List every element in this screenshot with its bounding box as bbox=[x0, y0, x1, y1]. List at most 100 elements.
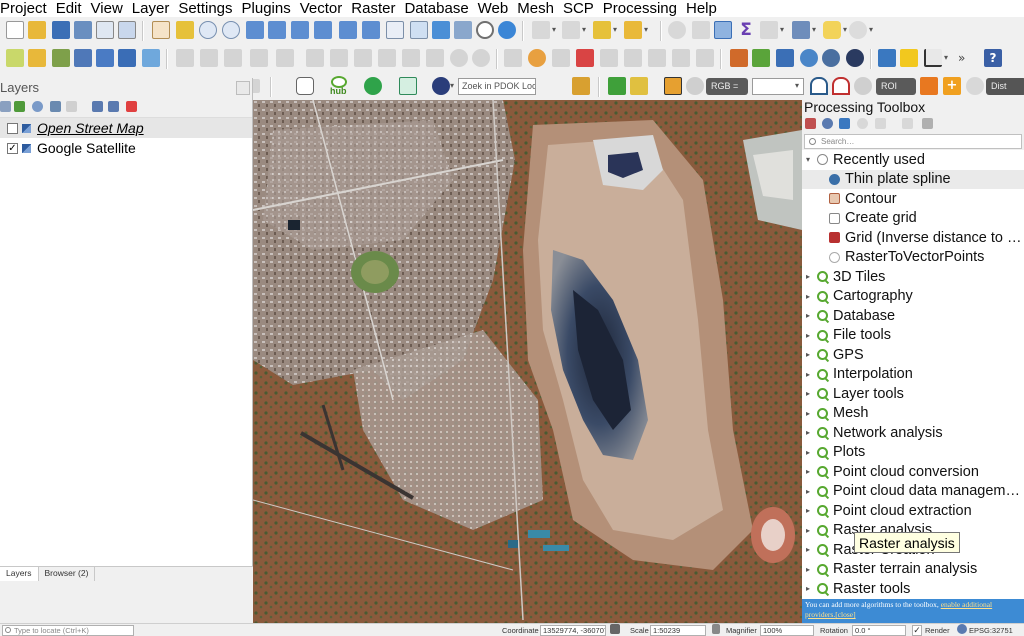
scp-zoom-icon[interactable] bbox=[686, 77, 704, 95]
zoom-next-icon[interactable] bbox=[362, 21, 380, 39]
cut-icon[interactable] bbox=[378, 49, 396, 67]
scp-curve-red-icon[interactable] bbox=[832, 77, 850, 95]
layer-row[interactable]: Open Street Map bbox=[0, 118, 252, 138]
algorithm-item[interactable]: Thin plate spline bbox=[802, 169, 1024, 189]
move-label-icon[interactable] bbox=[600, 49, 618, 67]
models-icon[interactable] bbox=[805, 118, 816, 129]
provider-group[interactable]: ▸ Interpolation bbox=[802, 365, 1024, 385]
zoom-to-layer-icon[interactable] bbox=[291, 21, 309, 39]
scp-edit-icon[interactable] bbox=[630, 77, 648, 95]
render-checkbox[interactable]: ✓ bbox=[912, 625, 922, 636]
scp-magnify-icon[interactable] bbox=[608, 77, 626, 95]
algorithm-item[interactable]: Contour bbox=[802, 189, 1024, 209]
remove-layer-icon[interactable] bbox=[126, 101, 137, 112]
style-manager-icon[interactable] bbox=[0, 101, 11, 112]
options-wrench-icon[interactable] bbox=[922, 118, 933, 129]
add-group-icon[interactable] bbox=[14, 101, 25, 112]
history-icon[interactable] bbox=[822, 118, 833, 129]
zoom-in-icon[interactable] bbox=[199, 21, 217, 39]
expanded-arrow-icon[interactable]: ▾ bbox=[806, 155, 814, 164]
collapsed-arrow-icon[interactable]: ▸ bbox=[806, 428, 814, 437]
select-features-icon[interactable] bbox=[562, 21, 580, 39]
results-viewer-icon[interactable] bbox=[857, 118, 868, 129]
coordinate-field[interactable]: 13529774, -3607074 bbox=[540, 625, 606, 636]
redo-icon[interactable] bbox=[472, 49, 490, 67]
add-plus-icon[interactable]: + bbox=[943, 77, 961, 95]
emoji-plugin-icon[interactable] bbox=[900, 49, 918, 67]
undo-icon[interactable] bbox=[450, 49, 468, 67]
trash-icon[interactable] bbox=[354, 49, 372, 67]
edit-features-icon[interactable] bbox=[875, 118, 886, 129]
scale-field[interactable]: 1:50239 bbox=[650, 625, 706, 636]
clock-icon[interactable] bbox=[476, 21, 494, 39]
tree-group-recently-used[interactable]: ▾ Recently used bbox=[802, 150, 1024, 170]
layout-manager-icon[interactable] bbox=[118, 21, 136, 39]
algorithm-item[interactable]: Create grid bbox=[802, 209, 1024, 229]
temporal-controller-icon[interactable] bbox=[432, 21, 450, 39]
collapsed-arrow-icon[interactable]: ▸ bbox=[806, 370, 814, 379]
menu-item[interactable]: Plugins bbox=[238, 1, 296, 16]
zoom-out-icon[interactable] bbox=[222, 21, 240, 39]
new-3d-view-icon[interactable] bbox=[410, 21, 428, 39]
diagram-icon[interactable] bbox=[672, 49, 690, 67]
toggle-extents-icon[interactable] bbox=[610, 624, 620, 634]
menu-item[interactable]: Edit bbox=[52, 1, 87, 16]
provider-group[interactable]: ▸ Point cloud data managem… bbox=[802, 482, 1024, 502]
georeferencer-icon[interactable] bbox=[730, 49, 748, 67]
provider-group[interactable]: ▸ Cartography bbox=[802, 287, 1024, 307]
overflow-chevron-icon[interactable]: » bbox=[958, 49, 976, 67]
warp-icon[interactable] bbox=[776, 49, 794, 67]
collapse-all-icon[interactable] bbox=[108, 101, 119, 112]
panel-tab[interactable]: Layers bbox=[0, 567, 39, 581]
in-place-icon[interactable] bbox=[902, 118, 913, 129]
menu-item[interactable]: Web bbox=[474, 1, 514, 16]
new-project-icon[interactable] bbox=[6, 21, 24, 39]
pin-labels-icon[interactable] bbox=[552, 49, 570, 67]
path-icon[interactable] bbox=[572, 77, 590, 95]
lock-scale-icon[interactable] bbox=[712, 624, 720, 634]
panel-float-icon[interactable] bbox=[236, 81, 250, 95]
menu-item[interactable]: Database bbox=[400, 1, 473, 16]
scp-reload-icon[interactable] bbox=[966, 77, 984, 95]
node-tool-icon[interactable] bbox=[276, 49, 294, 67]
network-icon[interactable] bbox=[822, 49, 840, 67]
sum-stats-icon[interactable] bbox=[692, 21, 710, 39]
save-project-icon[interactable] bbox=[52, 21, 70, 39]
provider-group[interactable]: ▸ GPS bbox=[802, 345, 1024, 365]
copy-icon[interactable] bbox=[402, 49, 420, 67]
pdok-search-input[interactable]: Zoek in PDOK Loc… bbox=[458, 78, 536, 95]
plugin-dark-icon[interactable] bbox=[846, 49, 864, 67]
scp-grid-icon[interactable] bbox=[664, 77, 682, 95]
rotation-field[interactable]: 0.0 ° bbox=[852, 625, 906, 636]
digitize-icon[interactable] bbox=[74, 49, 92, 67]
show-hide-labels-icon[interactable] bbox=[576, 49, 594, 67]
vertex-tool-icon[interactable] bbox=[142, 49, 160, 67]
share-icon[interactable] bbox=[364, 77, 382, 95]
add-raster-icon[interactable] bbox=[96, 49, 114, 67]
filter-expression-icon[interactable] bbox=[66, 101, 77, 112]
collapsed-arrow-icon[interactable]: ▸ bbox=[806, 467, 814, 476]
add-wms-icon[interactable] bbox=[118, 49, 136, 67]
label-props-icon[interactable] bbox=[696, 49, 714, 67]
layer-visibility-checkbox[interactable]: ✓ bbox=[7, 142, 18, 154]
scp-search-icon[interactable] bbox=[854, 77, 872, 95]
pan-hand-icon[interactable] bbox=[152, 21, 170, 39]
save-as-icon[interactable] bbox=[74, 21, 92, 39]
provider-group[interactable]: ▸ Layer tools bbox=[802, 384, 1024, 404]
crs-globe-icon[interactable] bbox=[957, 624, 967, 634]
python-console-icon[interactable] bbox=[878, 49, 896, 67]
menu-item[interactable]: Vector bbox=[296, 1, 348, 16]
menu-item[interactable]: Project bbox=[0, 1, 52, 16]
label-toolbar-icon[interactable] bbox=[528, 49, 546, 67]
menu-item[interactable]: View bbox=[87, 1, 128, 16]
print-layout-icon[interactable] bbox=[96, 21, 114, 39]
collapsed-arrow-icon[interactable]: ▸ bbox=[806, 584, 814, 593]
providers-link[interactable]: providers. bbox=[805, 610, 835, 619]
save-edits-icon[interactable] bbox=[200, 49, 218, 67]
pdok-icon[interactable] bbox=[432, 77, 450, 95]
paste-icon[interactable] bbox=[426, 49, 444, 67]
provider-group[interactable]: ▸ Database bbox=[802, 306, 1024, 326]
scp-roi-icon[interactable] bbox=[920, 77, 938, 95]
collapsed-arrow-icon[interactable]: ▸ bbox=[806, 389, 814, 398]
attribute-table-icon[interactable] bbox=[760, 21, 778, 39]
